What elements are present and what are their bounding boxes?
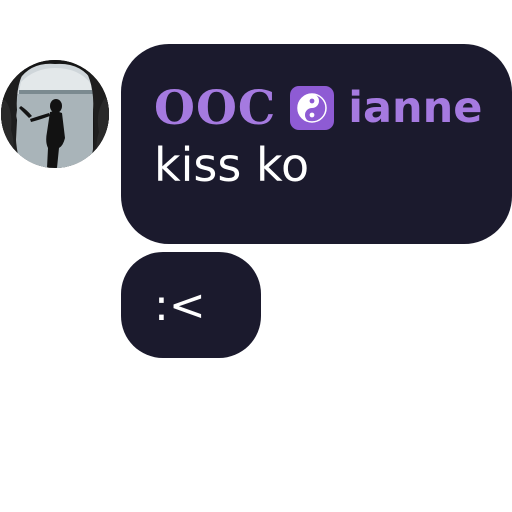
sender-name: ianne	[348, 83, 483, 133]
message-text: kiss ko	[154, 138, 310, 192]
yin-yang-icon	[290, 86, 335, 130]
sender-prefix: OOC	[154, 80, 277, 136]
chat-screen: OOC ianne kiss ko :<	[0, 0, 512, 512]
message-bubble[interactable]: OOC ianne kiss ko	[121, 44, 512, 244]
sender-line: OOC ianne	[154, 80, 512, 136]
avatar[interactable]	[1, 60, 109, 168]
profile-photo	[1, 60, 109, 168]
message-bubble-secondary[interactable]: :<	[121, 252, 261, 358]
message-text-secondary: :<	[154, 280, 206, 331]
